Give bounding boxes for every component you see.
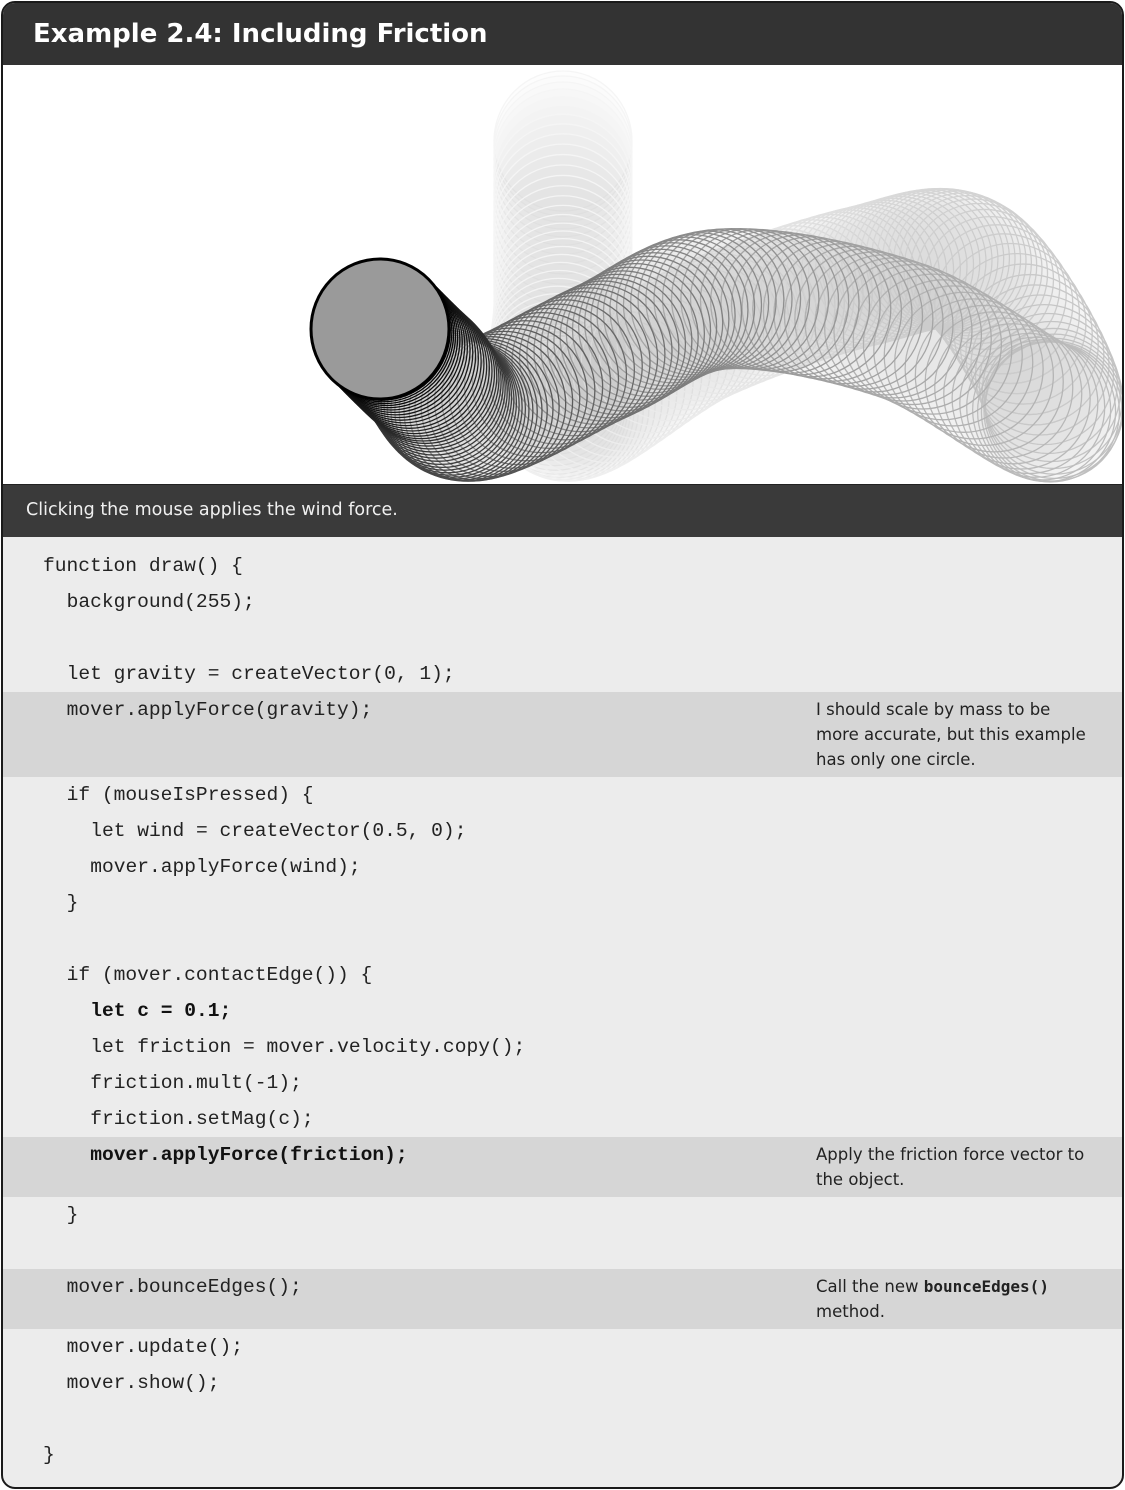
code-line: function draw() { (43, 555, 243, 577)
code-line: } (66, 892, 79, 914)
annotated-code-row: mover.bounceEdges(); Call the new bounceE… (3, 1269, 1122, 1329)
code-line: mover.update(); (66, 1336, 243, 1358)
code-row: } (3, 1197, 1122, 1233)
code-row: } (3, 885, 1122, 921)
code-line: mover.show(); (66, 1372, 220, 1394)
code-row (3, 921, 1122, 957)
code-row: friction.setMag(c); (3, 1101, 1122, 1137)
code-row: mover.show(); (3, 1365, 1122, 1401)
code-listing: function draw() { background(255); let gra… (3, 537, 1122, 1473)
code-row: } (3, 1437, 1122, 1473)
code-line: friction.mult(-1); (90, 1072, 302, 1094)
code-row (3, 620, 1122, 656)
code-row: if (mover.contactEdge()) { (3, 957, 1122, 993)
code-annotation: I should scale by mass to be more accura… (816, 697, 1096, 772)
annotation-text: Call the new (816, 1277, 924, 1296)
code-line: if (mover.contactEdge()) { (66, 964, 373, 986)
example-title: Example 2.4: Including Friction (3, 3, 1122, 65)
code-row: background(255); (3, 584, 1122, 620)
sketch-canvas (3, 65, 1122, 484)
code-line: let wind = createVector(0.5, 0); (90, 820, 467, 842)
code-line: friction.setMag(c); (90, 1108, 314, 1130)
code-row (3, 1233, 1122, 1269)
code-row: if (mouseIsPressed) { (3, 777, 1122, 813)
example-frame: Example 2.4: Including Friction Clicking… (1, 1, 1124, 1489)
code-row: mover.update(); (3, 1329, 1122, 1365)
code-annotation: Call the new bounceEdges() method. (816, 1274, 1096, 1324)
annotated-code-row: mover.applyForce(friction); Apply the fri… (3, 1137, 1122, 1197)
trail-circle (309, 257, 451, 401)
code-line: if (mouseIsPressed) { (66, 784, 314, 806)
code-row: let gravity = createVector(0, 1); (3, 656, 1122, 692)
mover-trail-illustration (309, 70, 1122, 483)
code-line: let friction = mover.velocity.copy(); (90, 1036, 526, 1058)
code-row (3, 1401, 1122, 1437)
code-row: let wind = createVector(0.5, 0); (3, 813, 1122, 849)
example-caption: Clicking the mouse applies the wind forc… (3, 484, 1122, 537)
code-line: let gravity = createVector(0, 1); (66, 663, 455, 685)
annotation-text: I should scale by mass to be more accura… (816, 700, 1086, 769)
annotated-code-row: mover.applyForce(gravity); I should scale… (3, 692, 1122, 777)
code-annotation: Apply the friction force vector to the o… (816, 1142, 1096, 1192)
code-line: background(255); (66, 591, 255, 613)
code-line: } (66, 1204, 79, 1226)
code-row: let friction = mover.velocity.copy(); (3, 1029, 1122, 1065)
code-row: function draw() { (3, 548, 1122, 584)
annotation-text: Apply the friction force vector to the o… (816, 1145, 1085, 1189)
code-row: mover.applyForce(wind); (3, 849, 1122, 885)
code-row: friction.mult(-1); (3, 1065, 1122, 1101)
code-row: let c = 0.1; (3, 993, 1122, 1029)
annotation-code: bounceEdges() (923, 1277, 1049, 1296)
code-line: let c = 0.1; (90, 1000, 232, 1022)
code-line: mover.applyForce(wind); (90, 856, 361, 878)
annotation-text: method. (816, 1302, 885, 1321)
code-line: } (43, 1444, 55, 1466)
